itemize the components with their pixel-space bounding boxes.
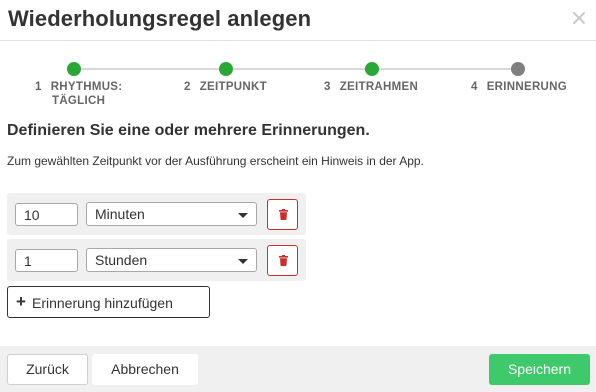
step-1-indicator xyxy=(67,62,81,76)
step-3-number: 3 xyxy=(324,81,331,93)
reminder-unit-select[interactable]: Stunden xyxy=(86,248,257,272)
add-reminder-label: Erinnerung hinzufügen xyxy=(32,295,173,311)
dialog-title: Wiederholungsregel anlegen xyxy=(8,6,312,31)
section-heading: Definieren Sie eine oder mehrere Erinner… xyxy=(7,122,370,139)
step-2-indicator xyxy=(219,62,233,76)
step-1-label: 1 RHYTHMUS: TÄGLICH xyxy=(35,80,122,108)
add-reminder-button[interactable]: + Erinnerung hinzufügen xyxy=(7,286,210,318)
reminder-unit-value: Minuten xyxy=(95,206,145,222)
step-3-indicator xyxy=(365,62,379,76)
dialog-footer: Zurück Abbrechen Speichern xyxy=(0,346,596,392)
reminder-unit-value: Stunden xyxy=(95,252,148,268)
plus-icon: + xyxy=(16,292,26,311)
step-4-indicator xyxy=(511,62,525,76)
reminder-unit-select[interactable]: Minuten xyxy=(86,202,257,226)
caret-down-icon xyxy=(238,259,248,264)
caret-down-icon xyxy=(238,213,248,218)
step-4-label: 4 ERINNERUNG xyxy=(471,80,567,94)
stepper-line xyxy=(74,68,514,70)
step-1-number: 1 xyxy=(35,81,42,93)
save-button[interactable]: Speichern xyxy=(489,354,590,385)
step-4-number: 4 xyxy=(471,81,478,93)
step-3-label: 3 ZEITRAHMEN xyxy=(324,80,418,94)
step-2-number: 2 xyxy=(184,81,191,93)
step-2-title: ZEITPUNKT xyxy=(199,81,267,93)
step-1-subtitle: TÄGLICH xyxy=(52,95,106,107)
close-icon[interactable] xyxy=(569,8,589,28)
reminder-value-input[interactable] xyxy=(15,203,78,226)
dialog-header: Wiederholungsregel anlegen xyxy=(0,0,596,41)
step-1-title: RHYTHMUS: xyxy=(50,81,123,93)
step-2-label: 2 ZEITPUNKT xyxy=(184,80,267,94)
step-4-title: ERINNERUNG xyxy=(486,81,568,93)
delete-reminder-button[interactable] xyxy=(267,199,298,230)
step-3-title: ZEITRAHMEN xyxy=(339,81,419,93)
section-hint: Zum gewählten Zeitpunkt vor der Ausführu… xyxy=(7,154,424,168)
reminder-row: Minuten xyxy=(7,193,306,235)
reminder-row: Stunden xyxy=(7,239,306,281)
delete-reminder-button[interactable] xyxy=(267,245,298,276)
trash-icon xyxy=(279,209,288,220)
back-button[interactable]: Zurück xyxy=(7,354,88,385)
reminder-value-input[interactable] xyxy=(15,249,78,272)
cancel-button[interactable]: Abbrechen xyxy=(92,354,198,385)
wizard-stepper: 1 RHYTHMUS: TÄGLICH 2 ZEITPUNKT 3 ZEITRAHME… xyxy=(0,60,596,110)
trash-icon xyxy=(279,255,288,266)
